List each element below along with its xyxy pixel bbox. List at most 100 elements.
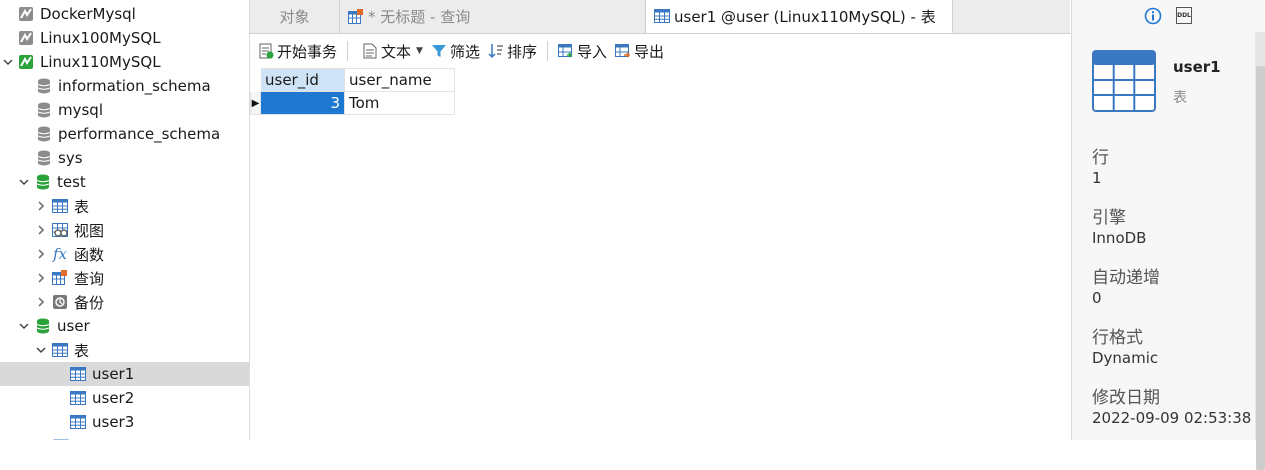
tree-db-performance-schema[interactable]: performance_schema [0,122,249,146]
table-label: user3 [92,413,135,431]
result-table: user_id user_name ▶ 3 Tom [250,68,455,115]
tree-connection-linux110mysql[interactable]: Linux110MySQL [0,50,249,74]
tree-folder-views[interactable]: 视图 [0,218,249,242]
tree-folder-queries[interactable]: 查询 [0,266,249,290]
prop-engine-value: InnoDB [1092,229,1147,247]
prop-row-format-label: 行格式 [1092,328,1143,348]
folder-label: 视图 [74,221,105,240]
column-header-user-name[interactable]: user_name [344,68,455,92]
tree-folder-partial [0,434,249,440]
chevron-down-icon[interactable] [17,175,31,189]
tree-db-test[interactable]: test [0,170,249,194]
info-icon[interactable] [1144,7,1162,29]
large-table-icon [1092,50,1156,116]
table-icon [654,8,670,24]
tree-connection-dockermysql[interactable]: DockerMysql [0,2,249,26]
prop-auto-increment-value: 0 [1092,289,1102,307]
tree-table-user2[interactable]: user2 [0,386,249,410]
tab-untitled-query[interactable]: * 无标题 - 查询 [340,0,646,33]
navigation-tree: DockerMysql Linux100MySQL Linux110MySQL … [0,0,250,440]
chevron-right-icon[interactable] [34,271,48,285]
tab-objects[interactable]: 对象 [250,0,340,33]
tree-table-user3[interactable]: user3 [0,410,249,434]
folder-label: 查询 [74,269,105,288]
filter-button[interactable]: 筛选 [427,38,484,64]
cell-user-name[interactable]: Tom [344,91,455,115]
tab-label: user1 @user (Linux110MySQL) - 表 [674,7,936,26]
tree-db-user[interactable]: user [0,314,249,338]
tree-db-mysql[interactable]: mysql [0,98,249,122]
begin-transaction-button[interactable]: 开始事务 [250,38,341,64]
info-scrollbar[interactable] [1255,32,1265,470]
folder-label: 表 [74,197,90,216]
tree-folder-user-tables[interactable]: 表 [0,338,249,362]
sort-button[interactable]: 排序 [484,38,541,64]
tree-connection-linux100mysql[interactable]: Linux100MySQL [0,26,249,50]
chevron-right-icon[interactable] [34,295,48,309]
prop-row-format-value: Dynamic [1092,349,1159,367]
data-toolbar: 开始事务 文本 ▼ 筛选 排序 导入 导出 [250,34,1070,68]
connection-icon [18,6,34,22]
database-label: sys [58,149,83,167]
database-icon [36,150,52,166]
column-header-user-id[interactable]: user_id [260,68,345,92]
table-row[interactable]: ▶ 3 Tom [250,91,455,115]
database-icon [36,102,52,118]
database-label: information_schema [58,77,211,95]
chevron-right-icon[interactable] [34,199,48,213]
info-scrollbar-thumb[interactable] [1256,66,1265,470]
transaction-icon [258,43,274,59]
cell-user-id[interactable]: 3 [260,91,345,115]
tree-db-sys[interactable]: sys [0,146,249,170]
filter-icon [431,43,447,59]
tree-folder-tables[interactable]: 表 [0,194,249,218]
tab-user1-table[interactable]: user1 @user (Linux110MySQL) - 表 [646,0,953,33]
export-icon [615,43,631,59]
prop-engine-label: 引擎 [1092,208,1126,228]
tree-folder-backups[interactable]: 备份 [0,290,249,314]
toolbar-divider [546,41,548,61]
text-view-dropdown[interactable]: 文本 ▼ [354,38,427,64]
folder-label: 表 [74,341,90,360]
chevron-down-icon[interactable] [1,55,15,69]
object-info-panel: DDL user1 表 行 1 引擎 InnoDB 自动递增 0 行格式 Dyn… [1071,0,1265,470]
database-label: user [57,317,90,335]
database-open-icon [35,174,51,190]
object-name: user1 [1173,58,1221,76]
object-type: 表 [1173,90,1187,106]
view-icon [52,222,68,238]
button-label: 筛选 [449,42,480,61]
chevron-down-icon[interactable] [34,343,48,357]
tree-folder-functions[interactable]: fx 函数 [0,242,249,266]
ddl-tab-label: DDL [1177,12,1191,19]
table-icon [70,366,86,382]
query-icon [52,270,68,286]
button-label: 排序 [506,42,537,61]
chevron-down-icon[interactable] [17,319,31,333]
header-row: user_id user_name [250,68,455,92]
row-pointer-icon[interactable]: ▶ [250,91,261,115]
database-icon [36,78,52,94]
connection-label: DockerMysql [40,5,136,23]
table-icon [52,198,68,214]
button-label: 文本 [381,42,412,61]
chevron-right-icon[interactable] [34,247,48,261]
tree-table-user1[interactable]: user1 [0,362,249,386]
export-button[interactable]: 导出 [611,38,668,64]
chevron-right-icon[interactable] [34,223,48,237]
tab-label: * 无标题 - 查询 [368,8,471,26]
function-icon: fx [52,245,67,263]
import-button[interactable]: 导入 [554,38,611,64]
backup-icon [52,294,68,310]
data-grid: user_id user_name ▶ 3 Tom [250,68,1070,440]
prop-rows-value: 1 [1092,169,1102,187]
connection-active-icon [18,54,34,70]
sort-icon [488,43,504,59]
button-label: 导出 [634,42,665,61]
ddl-icon[interactable]: DDL [1176,7,1192,24]
query-icon [348,8,364,25]
folder-label: 函数 [74,245,105,264]
row-header-corner [250,68,261,92]
document-icon [362,43,378,59]
tree-db-information-schema[interactable]: information_schema [0,74,249,98]
